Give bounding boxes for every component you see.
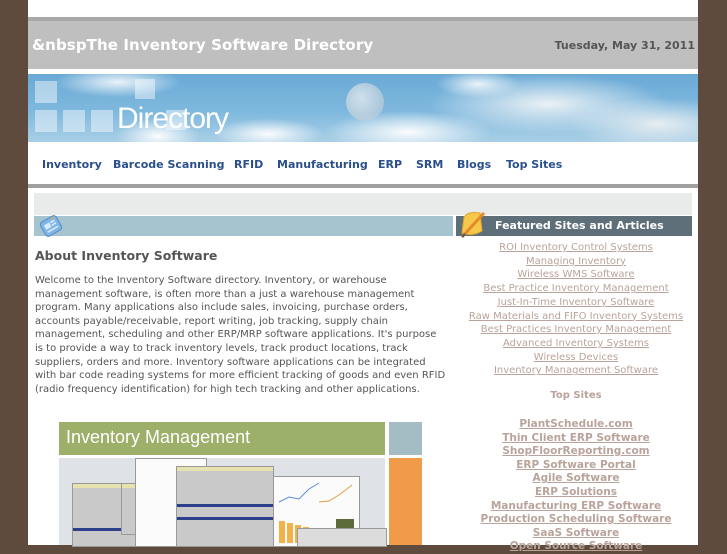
promo-screenshots[interactable] <box>59 458 387 547</box>
featured-link[interactable]: Inventory Management Software <box>456 364 696 378</box>
nav-srm[interactable]: SRM <box>416 158 443 171</box>
top-site-link[interactable]: ERP Software Portal <box>456 459 696 473</box>
line-chart-graphic <box>278 482 353 503</box>
main-section-bar <box>34 216 453 236</box>
content-top-strip <box>34 193 692 215</box>
featured-link[interactable]: Just-In-Time Inventory Software <box>456 296 696 310</box>
banner-square <box>91 110 113 132</box>
section-title: About Inventory Software <box>35 248 218 263</box>
nav-erp[interactable]: ERP <box>378 158 402 171</box>
top-site-link[interactable]: PlantSchedule.com <box>456 418 696 432</box>
page-container: &nbspThe Inventory Software Directory Tu… <box>28 0 698 552</box>
banner-square <box>63 110 85 132</box>
featured-link[interactable]: Best Practice Inventory Management <box>456 282 696 296</box>
top-sites-heading: Top Sites <box>550 390 602 401</box>
nav-inventory[interactable]: Inventory <box>42 158 102 171</box>
screenshot-thumbnail <box>176 466 274 547</box>
banner-square <box>135 79 155 99</box>
banner-square <box>35 110 57 132</box>
current-date: Tuesday, May 31, 2011 <box>554 39 695 52</box>
featured-link[interactable]: Best Practices Inventory Management <box>456 323 696 337</box>
featured-title: Featured Sites and Articles <box>495 219 664 232</box>
pencil-note-icon <box>460 211 486 239</box>
nav-barcode-scanning[interactable]: Barcode Scanning <box>113 158 224 171</box>
top-site-link[interactable]: ERP Solutions <box>456 486 696 500</box>
site-title[interactable]: &nbspThe Inventory Software Directory <box>32 36 373 54</box>
nav-manufacturing[interactable]: Manufacturing <box>277 158 368 171</box>
main-navigation: Inventory Barcode Scanning RFID Manufact… <box>28 142 698 188</box>
featured-link[interactable]: Managing Inventory <box>456 255 696 269</box>
nav-rfid[interactable]: RFID <box>234 158 263 171</box>
top-site-link[interactable]: Agile Software <box>456 472 696 486</box>
screenshot-thumbnail <box>297 528 387 547</box>
top-site-link[interactable]: Thin Client ERP Software <box>456 432 696 446</box>
featured-links-list: ROI Inventory Control Systems Managing I… <box>456 241 696 378</box>
top-spacer <box>28 0 698 17</box>
featured-link[interactable]: Wireless WMS Software <box>456 268 696 282</box>
about-paragraph: Welcome to the Inventory Software direct… <box>35 275 446 395</box>
nav-blogs[interactable]: Blogs <box>457 158 491 171</box>
nav-top-sites[interactable]: Top Sites <box>506 158 562 171</box>
top-site-link[interactable]: Production Scheduling Software <box>456 513 696 527</box>
featured-link[interactable]: Wireless Devices <box>456 351 696 365</box>
promo-accent-orange <box>389 458 422 545</box>
featured-link[interactable]: Raw Materials and FIFO Inventory Systems <box>456 310 696 324</box>
featured-link[interactable]: Advanced Inventory Systems <box>456 337 696 351</box>
featured-link[interactable]: ROI Inventory Control Systems <box>456 241 696 255</box>
top-sites-list: PlantSchedule.com Thin Client ERP Softwa… <box>456 418 696 554</box>
top-site-link[interactable]: Manufacturing ERP Software <box>456 500 696 514</box>
newspaper-icon <box>39 215 63 237</box>
promo-accent-blue <box>389 422 422 455</box>
promo-title[interactable]: Inventory Management <box>66 427 250 448</box>
header-banner: Directory <box>28 74 698 142</box>
top-site-link[interactable]: Open Source Software <box>456 540 696 554</box>
title-bar: &nbspThe Inventory Software Directory Tu… <box>28 17 698 69</box>
banner-title: Directory <box>117 102 229 135</box>
top-site-link[interactable]: SaaS Software <box>456 527 696 541</box>
banner-square <box>35 81 57 103</box>
moon-graphic <box>346 83 384 121</box>
top-site-link[interactable]: ShopFloorReporting.com <box>456 445 696 459</box>
